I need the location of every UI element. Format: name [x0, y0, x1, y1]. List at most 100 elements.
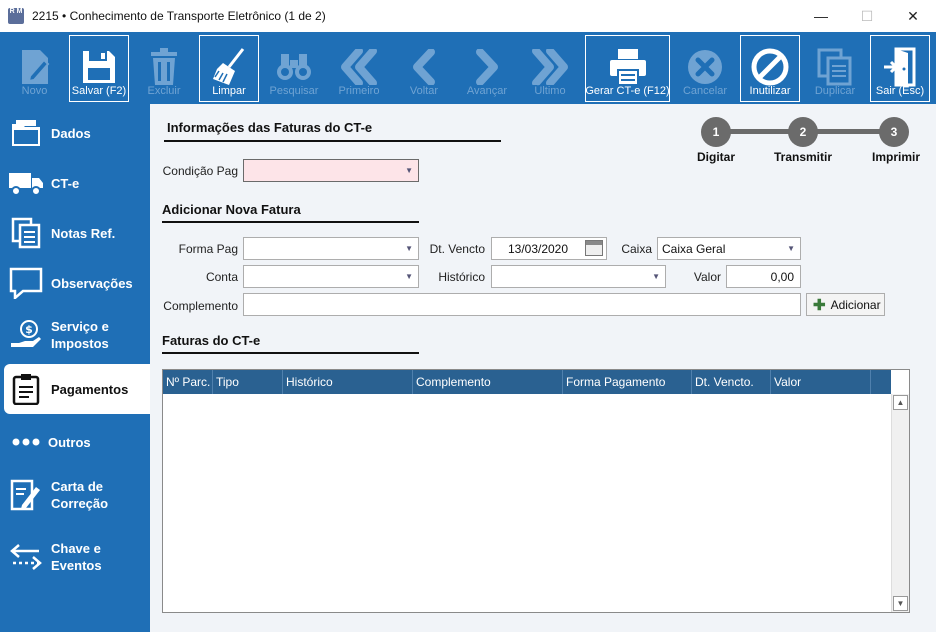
valor-input[interactable]: 0,00	[726, 265, 801, 288]
clipboard-icon	[12, 374, 40, 405]
adicionar-button[interactable]: ✚ Adicionar	[806, 293, 885, 316]
avancar-button: Avançar	[459, 35, 515, 102]
conta-label: Conta	[205, 270, 238, 284]
dt-vencto-label: Dt. Vencto	[429, 242, 485, 256]
printer-icon	[609, 48, 646, 86]
dt-vencto-date-input[interactable]: 13/03/2020	[491, 237, 607, 260]
grid-header-valor[interactable]: Valor	[771, 370, 871, 394]
grid-header-historico[interactable]: Histórico	[283, 370, 413, 394]
voltar-button: Voltar	[394, 35, 454, 102]
main-panel: Informações das Faturas do CT-e 1 2 3 Di…	[150, 104, 936, 632]
step-3-circle: 3	[879, 117, 909, 147]
scroll-up-icon[interactable]: ▲	[893, 395, 908, 410]
new-document-icon	[21, 49, 49, 84]
sidebar-item-chave-eventos[interactable]: Chave e Eventos	[0, 530, 150, 584]
title-bar: R M 2215 • Conhecimento de Transporte El…	[0, 0, 936, 32]
inutilizar-button[interactable]: Inutilizar	[740, 35, 800, 102]
gerar-cte-button[interactable]: Gerar CT-e (F12)	[585, 35, 670, 102]
more-dots-icon	[12, 438, 40, 446]
plus-icon: ✚	[813, 296, 826, 314]
dropdown-arrow-icon: ▼	[787, 244, 795, 253]
sidebar-item-pagamentos[interactable]: Pagamentos	[4, 364, 150, 414]
forma-pag-select[interactable]: ▼	[243, 237, 419, 260]
sidebar-item-servico-impostos[interactable]: $ Serviço e Impostos	[0, 308, 150, 362]
dropdown-arrow-icon: ▼	[405, 272, 413, 281]
maximize-button: ☐	[860, 7, 874, 24]
edit-document-icon	[10, 479, 40, 511]
minimize-button[interactable]: —	[798, 0, 844, 32]
section-divider	[164, 140, 501, 142]
money-hand-icon: $	[11, 320, 41, 347]
grid-header-parcela[interactable]: Nº Parc.	[163, 370, 213, 394]
dropdown-arrow-icon: ▼	[652, 272, 660, 281]
sidebar-item-outros[interactable]: Outros	[0, 418, 150, 466]
dropdown-arrow-icon: ▼	[405, 244, 413, 253]
trash-icon	[151, 47, 177, 85]
binoculars-icon	[277, 53, 311, 80]
salvar-button[interactable]: Salvar (F2)	[69, 35, 129, 102]
window-title: 2215 • Conhecimento de Transporte Eletrô…	[32, 9, 326, 23]
section-title-faturas-info: Informações das Faturas do CT-e	[167, 120, 373, 135]
ultimo-button: Último	[520, 35, 580, 102]
cancel-x-icon	[688, 49, 722, 84]
prohibited-icon	[751, 48, 789, 85]
complemento-input[interactable]	[243, 293, 801, 316]
folder-icon	[12, 120, 40, 146]
scroll-down-icon[interactable]: ▼	[893, 596, 908, 611]
novo-button: Novo	[5, 35, 64, 102]
close-button[interactable]: ✕	[890, 0, 936, 32]
grid-header-spacer	[871, 370, 891, 394]
sidebar-item-carta-correcao[interactable]: Carta de Correção	[0, 468, 150, 522]
documents-icon	[11, 217, 41, 249]
grid-header-tipo[interactable]: Tipo	[213, 370, 283, 394]
sidebar-item-dados[interactable]: Dados	[0, 108, 150, 158]
section-title-nova-fatura: Adicionar Nova Fatura	[162, 202, 301, 217]
broom-icon	[213, 47, 245, 85]
section-divider	[162, 352, 419, 354]
section-title-faturas-cte: Faturas do CT-e	[162, 333, 261, 348]
excluir-button: Excluir	[134, 35, 194, 102]
grid-header-forma-pagamento[interactable]: Forma Pagamento	[563, 370, 692, 394]
valor-label: Valor	[693, 270, 721, 284]
limpar-button[interactable]: Limpar	[199, 35, 259, 102]
condicao-pag-label: Condição Pag	[162, 164, 238, 178]
grid-header: Nº Parc. Tipo Histórico Complemento Form…	[163, 370, 891, 394]
historico-label: Histórico	[438, 270, 485, 284]
toolbar: Novo Salvar (F2) Excluir Limpar Pesquisa…	[0, 32, 936, 104]
grid-header-complemento[interactable]: Complemento	[413, 370, 563, 394]
faturas-grid[interactable]: Nº Parc. Tipo Histórico Complemento Form…	[162, 369, 910, 613]
last-record-icon	[532, 48, 568, 85]
calendar-icon[interactable]	[585, 240, 603, 256]
dropdown-arrow-icon: ▼	[405, 166, 413, 175]
historico-select[interactable]: ▼	[491, 265, 666, 288]
truck-icon	[9, 173, 43, 196]
condicao-pag-select[interactable]: ▼	[243, 159, 419, 182]
exchange-arrows-icon	[10, 544, 42, 570]
sidebar: Dados CT-e Notas Ref. Observações $ Serv…	[0, 104, 150, 632]
grid-header-dt-vencto[interactable]: Dt. Vencto.	[692, 370, 771, 394]
cancelar-button: Cancelar	[675, 35, 735, 102]
primeiro-button: Primeiro	[329, 35, 389, 102]
complemento-label: Complemento	[163, 299, 238, 313]
sidebar-item-observacoes[interactable]: Observações	[0, 258, 150, 308]
step-2-label: Transmitir	[773, 150, 833, 164]
duplicar-button: Duplicar	[805, 35, 865, 102]
app-icon: R M	[8, 8, 24, 24]
sidebar-item-cte[interactable]: CT-e	[0, 158, 150, 208]
grid-vertical-scrollbar[interactable]: ▲ ▼	[891, 394, 909, 612]
conta-select[interactable]: ▼	[243, 265, 419, 288]
save-icon	[83, 50, 115, 83]
sair-button[interactable]: Sair (Esc)	[870, 35, 930, 102]
window-controls: — ☐ ✕	[798, 0, 936, 32]
caixa-label: Caixa	[621, 242, 652, 256]
speech-bubble-icon	[9, 267, 43, 299]
step-2-circle: 2	[788, 117, 818, 147]
forma-pag-label: Forma Pag	[178, 242, 238, 256]
section-divider	[162, 221, 419, 223]
caixa-select[interactable]: Caixa Geral ▼	[657, 237, 801, 260]
sidebar-item-notas-ref[interactable]: Notas Ref.	[0, 208, 150, 258]
svg-text:$: $	[25, 323, 33, 336]
chevron-left-icon	[413, 48, 435, 85]
chevron-right-icon	[476, 48, 498, 85]
step-3-label: Imprimir	[871, 150, 920, 164]
